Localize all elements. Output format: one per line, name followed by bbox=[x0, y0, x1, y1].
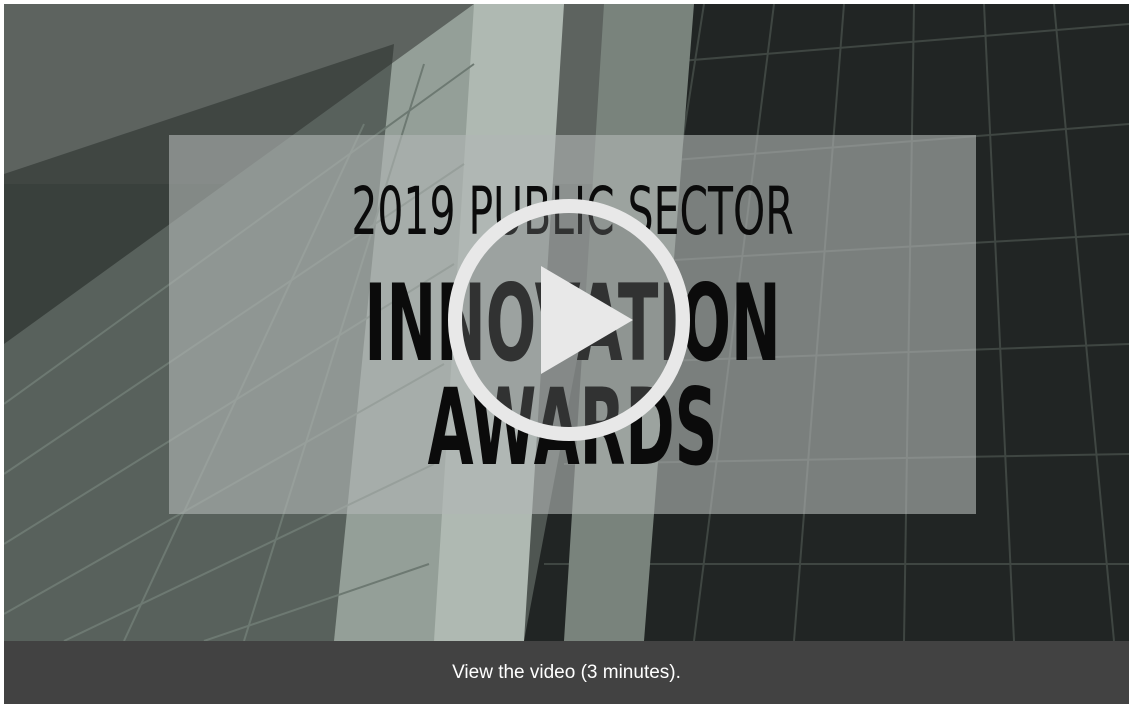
video-player: 2019 PUBLIC SECTOR INNOVATION AWARDS Vie… bbox=[4, 4, 1129, 704]
play-circle-icon bbox=[448, 199, 690, 441]
video-caption-bar: View the video (3 minutes). bbox=[4, 641, 1129, 704]
play-button[interactable] bbox=[445, 196, 693, 444]
video-thumbnail[interactable]: 2019 PUBLIC SECTOR INNOVATION AWARDS bbox=[4, 4, 1129, 641]
video-caption[interactable]: View the video (3 minutes). bbox=[452, 662, 681, 684]
